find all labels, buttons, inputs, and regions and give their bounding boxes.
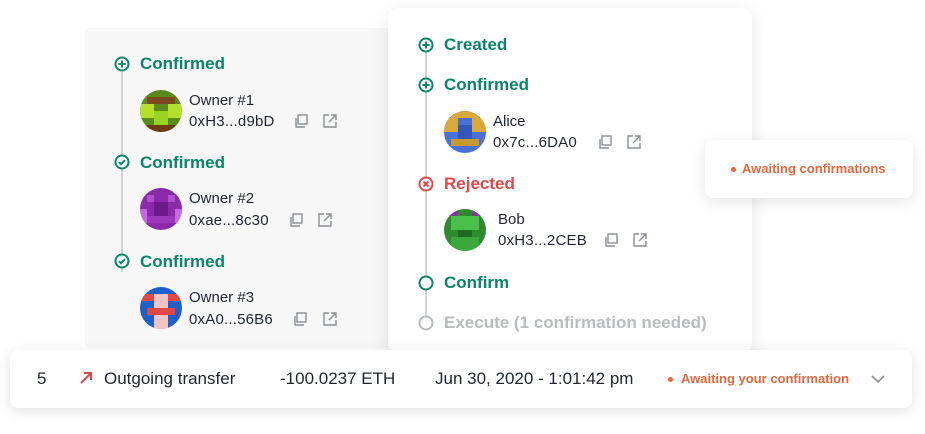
left-step-2-label: Confirmed	[140, 153, 225, 172]
owner-address: 0xae...8c30	[189, 212, 269, 229]
empty-circle-icon	[418, 275, 434, 291]
check-circle-icon	[114, 154, 130, 170]
owner-address: 0xH3...2CEB	[498, 232, 587, 249]
rejected-label: Rejected	[444, 174, 515, 193]
external-link-icon[interactable]	[317, 212, 333, 228]
owner-name: Alice	[493, 113, 526, 130]
x-circle-icon	[418, 176, 434, 192]
outgoing-arrow-icon	[80, 372, 92, 384]
transaction-timeline-card	[388, 8, 752, 353]
owner-name: Owner #2	[189, 190, 255, 207]
owner-name: Owner #1	[189, 92, 255, 109]
created-label: Created	[444, 35, 508, 54]
copy-icon[interactable]	[603, 232, 619, 248]
tx-date: Jun 30, 2020 - 1:01:42 pm	[435, 369, 634, 388]
avatar	[444, 209, 486, 251]
tx-amount: -100.0237 ETH	[280, 369, 396, 388]
pending-circle-icon	[418, 315, 434, 331]
chevron-down-icon[interactable]	[871, 374, 885, 384]
external-link-icon[interactable]	[322, 113, 338, 129]
transaction-row[interactable]: 5 Outgoing transfer -100.0237 ETH Jun 30…	[10, 350, 912, 408]
left-timeline-line	[121, 72, 123, 272]
status-card: Awaiting confirmations	[705, 140, 913, 198]
left-step-3-label: Confirmed	[140, 252, 225, 271]
owner-name: Owner #3	[189, 289, 255, 306]
avatar	[444, 111, 486, 153]
copy-icon[interactable]	[292, 311, 308, 327]
plus-circle-icon	[418, 77, 434, 93]
status-dot	[731, 167, 736, 172]
tx-status-badge: Awaiting your confirmation	[681, 371, 850, 386]
avatar	[140, 188, 182, 230]
avatar	[140, 90, 182, 132]
check-circle-icon	[114, 253, 130, 269]
external-link-icon[interactable]	[322, 311, 338, 327]
confirmed-label: Confirmed	[444, 75, 529, 94]
owner-address: 0x7c...6DA0	[493, 134, 577, 151]
plus-circle-icon	[114, 56, 130, 72]
external-link-icon[interactable]	[626, 134, 642, 150]
copy-icon[interactable]	[597, 134, 613, 150]
avatar	[140, 287, 182, 329]
owner-name: Bob	[498, 211, 525, 228]
tx-nonce: 5	[37, 369, 47, 388]
status-badge: Awaiting confirmations	[742, 161, 886, 176]
owner-address: 0xH3...d9bD	[189, 113, 275, 130]
execute-step-label: Execute (1 confirmation needed)	[444, 313, 707, 332]
tx-type: Outgoing transfer	[104, 369, 236, 388]
left-step-1-label: Confirmed	[140, 54, 225, 73]
external-link-icon[interactable]	[632, 232, 648, 248]
copy-icon[interactable]	[293, 113, 309, 129]
copy-icon[interactable]	[288, 212, 304, 228]
confirm-step-label[interactable]: Confirm	[444, 273, 509, 293]
owner-address: 0xA0...56B6	[189, 311, 273, 328]
status-dot	[668, 377, 673, 382]
plus-circle-icon	[418, 37, 434, 53]
